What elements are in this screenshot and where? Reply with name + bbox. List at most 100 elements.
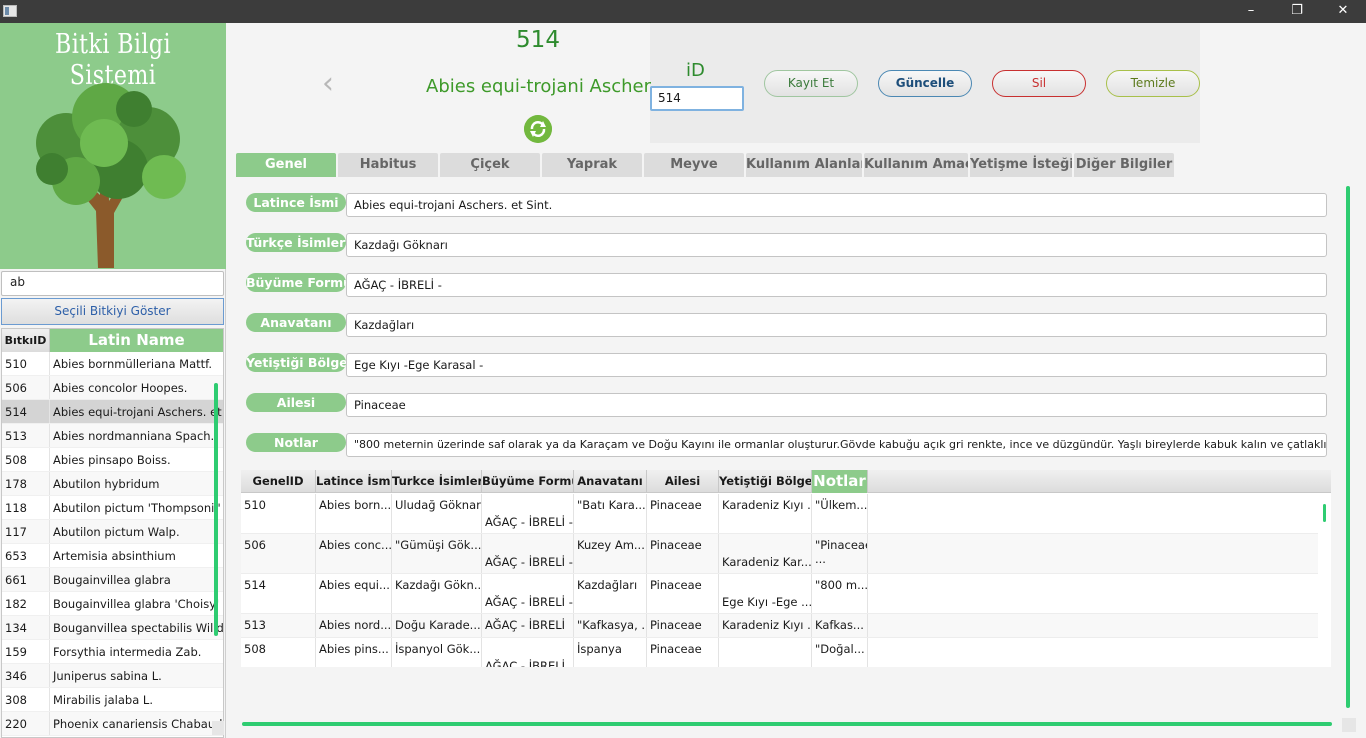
homeland-cell: "Kafkasya, ...: [574, 614, 647, 637]
plant-id-cell: 508: [2, 448, 50, 471]
homeland-cell: İspanya: [574, 638, 647, 667]
plant-id-cell: 510: [2, 352, 50, 375]
turkish-names-field[interactable]: Kazdağı Göknarı: [346, 233, 1327, 257]
table-row[interactable]: 182 Bougainvillea glabra 'Choisy': [2, 592, 223, 616]
table-row-selected[interactable]: 514Abies equi-trojani Aschers. et Sint.: [2, 400, 223, 424]
table-row[interactable]: 514 Abies equi... Kazdağı Gökn... AĞAÇ -…: [241, 574, 1318, 614]
notes-cell: "Ülkem...: [812, 494, 868, 533]
tree-illustration-icon: [36, 83, 186, 268]
table-row[interactable]: 508 Abies pinsapo Boiss.: [2, 448, 223, 472]
table-row[interactable]: 506 Abies concolor Hoopes.: [2, 376, 223, 400]
column-header-latin-name[interactable]: Latince İsmi: [316, 470, 392, 493]
family-cell: Pinaceae: [647, 494, 719, 533]
chevron-left-icon[interactable]: ‹: [322, 66, 334, 101]
table-row[interactable]: 510 Abies bornmülleriana Mattf.: [2, 352, 223, 376]
genel-table-scrollbar[interactable]: [1323, 504, 1326, 522]
plant-list-scrollbar[interactable]: [214, 383, 218, 636]
latin-name-cell: Artemisia absinthium: [53, 549, 176, 563]
homeland-field[interactable]: Kazdağları: [346, 313, 1327, 337]
table-row[interactable]: 159 Forsythia intermedia Zab.: [2, 640, 223, 664]
tab-cicek[interactable]: Çiçek: [440, 153, 540, 177]
plant-id-cell: 346: [2, 664, 50, 687]
family-cell: Pinaceae: [647, 574, 719, 613]
plant-id-cell: 513: [2, 424, 50, 447]
table-row[interactable]: 134 Bouganvillea spectabilis Willd.: [2, 616, 223, 640]
delete-button[interactable]: Sil: [992, 70, 1086, 97]
tab-habitus[interactable]: Habitus: [338, 153, 438, 177]
table-row[interactable]: 117 Abutilon pictum Walp.: [2, 520, 223, 544]
tab-genel[interactable]: Genel: [236, 153, 336, 177]
column-header-notes[interactable]: Notlar: [812, 470, 868, 493]
save-button[interactable]: Kayıt Et: [764, 70, 858, 97]
column-header-region[interactable]: Yetiştiği Bölge: [719, 470, 812, 493]
search-input[interactable]: ab: [1, 271, 224, 296]
column-header-family[interactable]: Ailesi: [647, 470, 719, 493]
tab-meyve[interactable]: Meyve: [644, 153, 744, 177]
latin-name-cell: Abies nord...: [316, 614, 392, 637]
column-header-turkish-names[interactable]: Turkce İsimleri: [392, 470, 482, 493]
table-row[interactable]: 118 Abutilon pictum 'Thompsonii': [2, 496, 223, 520]
region-field[interactable]: Ege Kıyı -Ege Karasal -: [346, 353, 1327, 377]
tab-kullanim-alanlari[interactable]: Kullanım Alanları: [746, 153, 862, 177]
maximize-icon[interactable]: ❐: [1274, 0, 1320, 23]
genel-id-cell: 506: [241, 534, 316, 573]
minimize-icon[interactable]: –: [1228, 0, 1274, 23]
homeland-label: Anavatanı: [246, 313, 346, 332]
latin-name-cell: Bougainvillea glabra: [53, 573, 171, 587]
table-row[interactable]: 220 Phoenix canariensis Chabaud: [2, 712, 223, 736]
turkish-names-label: Türkçe İsimleri: [246, 233, 346, 252]
growth-form-cell: AĞAÇ - İBRELİ: [482, 638, 574, 667]
table-row[interactable]: 513 Abies nordmanniana Spach.: [2, 424, 223, 448]
show-selected-plant-button[interactable]: Seçili Bitkiyi Göster: [1, 298, 224, 325]
homeland-cell: Kazdağları: [574, 574, 647, 613]
latin-name-field[interactable]: Abies equi-trojani Aschers. et Sint.: [346, 193, 1327, 217]
notes-field[interactable]: "800 meternin üzerinde saf olarak ya da …: [346, 433, 1327, 457]
close-icon[interactable]: ✕: [1320, 0, 1366, 23]
form-vertical-scrollbar[interactable]: [1346, 186, 1350, 708]
column-header-plant-id[interactable]: BıtkıID: [2, 329, 50, 352]
update-button[interactable]: Güncelle: [878, 70, 972, 97]
table-row[interactable]: 510 Abies born... Uludağ Göknarı AĞAÇ - …: [241, 494, 1318, 534]
notes-cell: Kafkas...: [812, 614, 868, 637]
plant-id-cell: 308: [2, 688, 50, 711]
latin-name-cell: Mirabilis jalaba L.: [53, 693, 153, 707]
tab-kullanim-amaci[interactable]: Kullanım Amacı: [864, 153, 968, 177]
plant-id-cell: 178: [2, 472, 50, 495]
table-row[interactable]: 308 Mirabilis jalaba L.: [2, 688, 223, 712]
form-horizontal-scrollbar[interactable]: [242, 722, 1332, 726]
growth-form-cell: AĞAÇ - İBRELİ -: [482, 494, 574, 533]
latin-name-cell: Juniperus sabina L.: [53, 669, 162, 683]
latin-name-cell: Abutilon pictum Walp.: [53, 525, 180, 539]
tab-yaprak[interactable]: Yaprak: [542, 153, 642, 177]
table-row[interactable]: 178 Abutilon hybridum: [2, 472, 223, 496]
refresh-icon[interactable]: [524, 115, 552, 143]
column-header-homeland[interactable]: Anavatanı: [574, 470, 647, 493]
id-input[interactable]: 514: [650, 86, 744, 111]
growth-form-cell: AĞAÇ - İBRELİ -: [482, 574, 574, 613]
clear-button[interactable]: Temizle: [1106, 70, 1200, 97]
genel-id-cell: 510: [241, 494, 316, 533]
window-title-bar: – ❐ ✕: [0, 0, 1366, 23]
table-row[interactable]: 661 Bougainvillea glabra: [2, 568, 223, 592]
table-row[interactable]: 506 Abies conc... "Gümüşi Gök... AĞAÇ - …: [241, 534, 1318, 574]
plant-id-cell: 117: [2, 520, 50, 543]
table-row[interactable]: 653 Artemisia absinthium: [2, 544, 223, 568]
growth-form-field[interactable]: AĞAÇ - İBRELİ -: [346, 273, 1327, 297]
column-header-genel-id[interactable]: GenelID: [241, 470, 316, 493]
tab-yetisme-istegi[interactable]: Yetişme İsteği: [970, 153, 1072, 177]
latin-name-cell: Phoenix canariensis Chabaud: [53, 717, 223, 731]
plant-id-cell: 653: [2, 544, 50, 567]
turkish-names-cell: Doğu Karade...: [392, 614, 482, 637]
plant-id-cell: 118: [2, 496, 50, 519]
latin-name-cell: Abies equi-trojani Aschers. et Sint.: [53, 405, 223, 419]
plant-list-scroll-corner: [212, 721, 224, 735]
family-field[interactable]: Pinaceae: [346, 393, 1327, 417]
tab-diger-bilgiler[interactable]: Diğer Bilgiler: [1074, 153, 1174, 177]
table-row[interactable]: 508 Abies pins... İspanyol Gök... AĞAÇ -…: [241, 638, 1318, 667]
table-row[interactable]: 513 Abies nord... Doğu Karade... AĞAÇ - …: [241, 614, 1318, 638]
column-header-growth-form[interactable]: Büyüme Formu: [482, 470, 574, 493]
column-header-latin-name[interactable]: Latin Name: [50, 329, 223, 352]
table-row[interactable]: 346 Juniperus sabina L.: [2, 664, 223, 688]
plant-id-cell: 220: [2, 712, 50, 735]
latin-name-cell: Abies bornmülleriana Mattf.: [53, 357, 213, 371]
